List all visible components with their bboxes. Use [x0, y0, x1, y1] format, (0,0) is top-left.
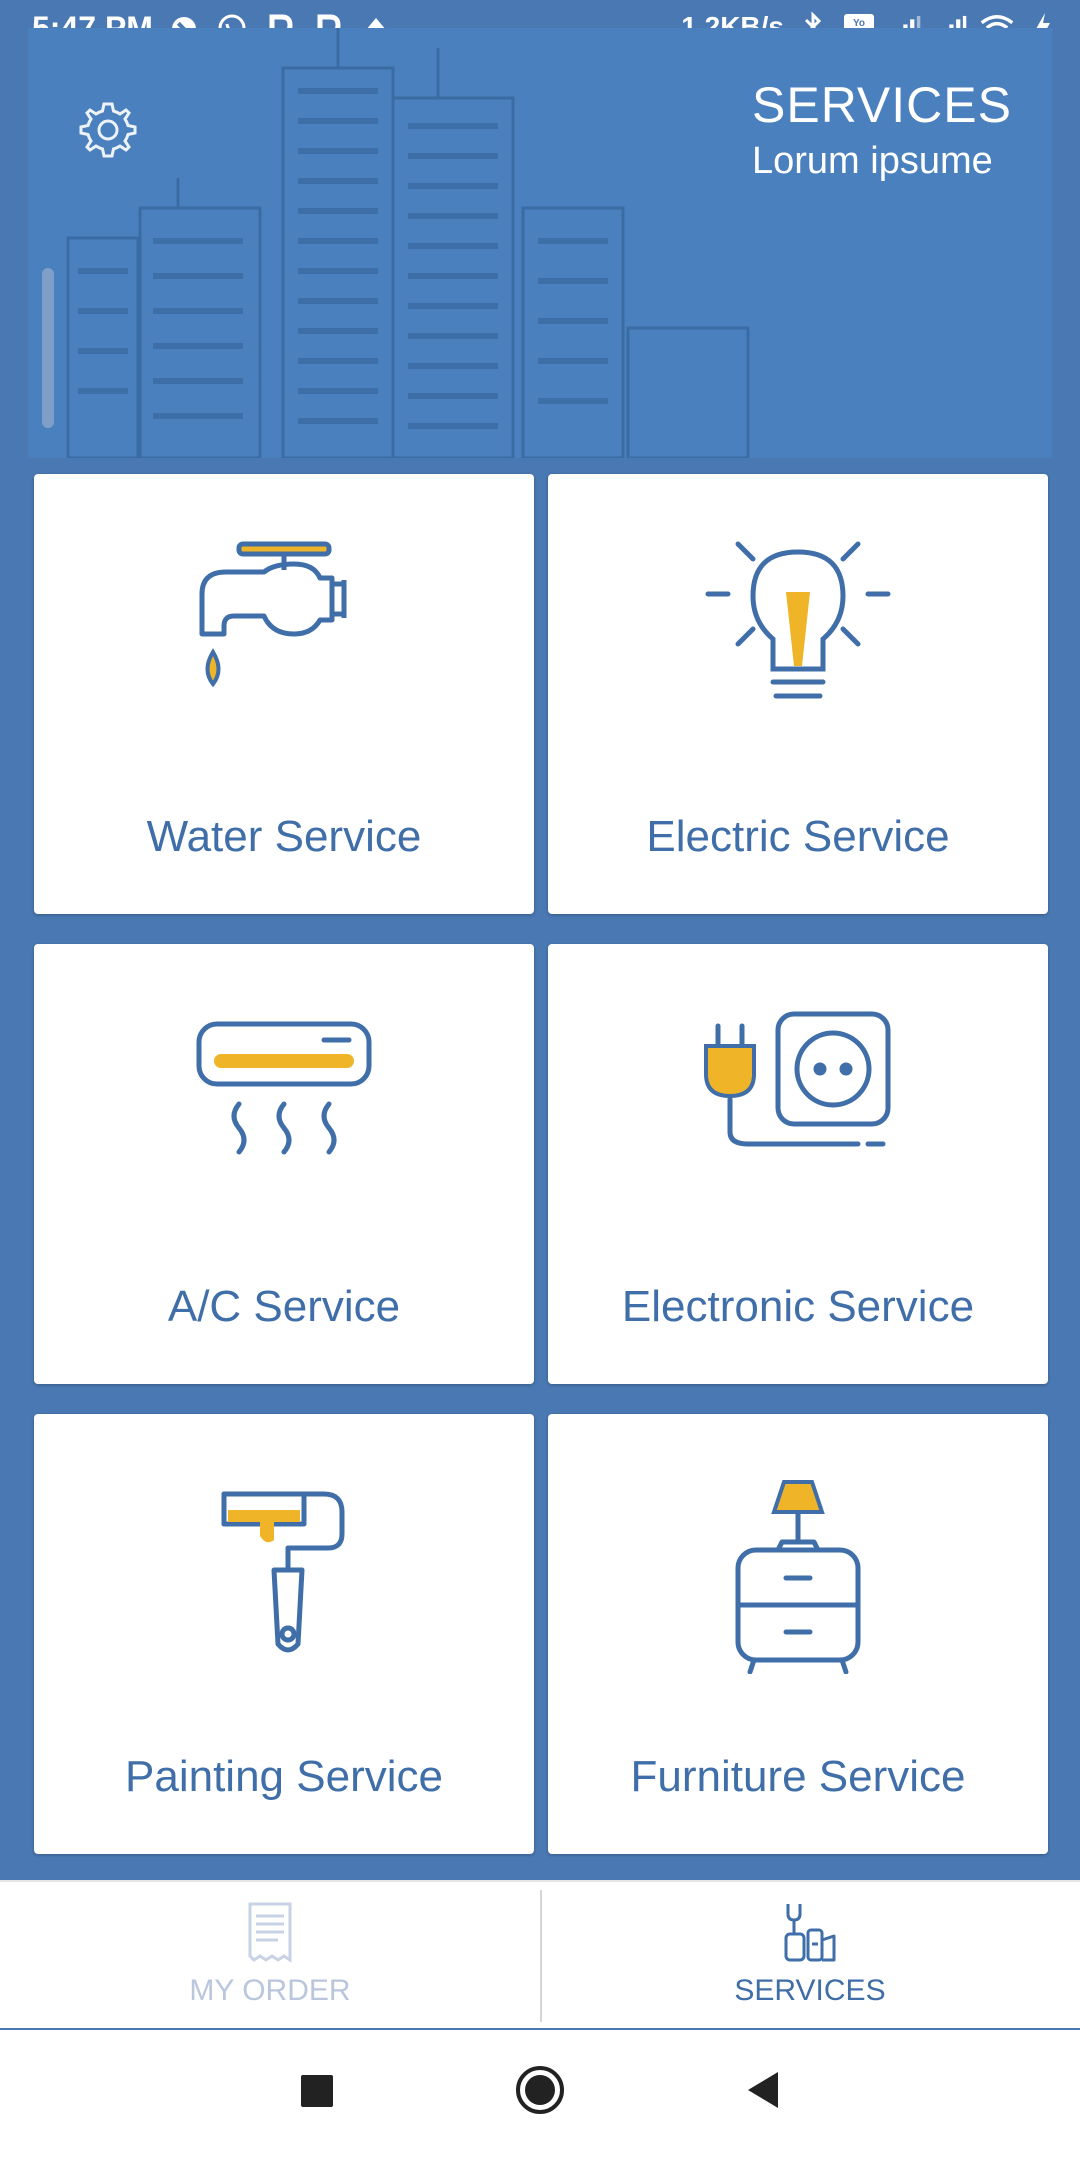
service-card-painting[interactable]: Painting Service [34, 1414, 534, 1854]
scroll-indicator[interactable] [42, 268, 54, 428]
home-button[interactable] [510, 2060, 570, 2120]
service-card-water[interactable]: Water Service [34, 474, 534, 914]
service-card-electric[interactable]: Electric Service [548, 474, 1048, 914]
page-subtitle: Lorum ipsume [752, 140, 993, 182]
recent-apps-button[interactable] [286, 2060, 346, 2120]
bottom-navigation: MY ORDER SERVICES [0, 1880, 1080, 2028]
tab-my-order[interactable]: MY ORDER [0, 1882, 540, 2030]
receipt-icon [248, 1902, 292, 1963]
header-banner: SERVICES Lorum ipsume [28, 28, 1052, 458]
page-title: SERVICES [752, 77, 1012, 133]
service-label: Electronic Service [621, 1282, 975, 1331]
tab-services[interactable]: SERVICES [540, 1882, 1080, 2030]
service-card-furniture[interactable]: Furniture Service [548, 1414, 1048, 1854]
service-label: Water Service [146, 812, 422, 861]
service-card-ac[interactable]: A/C Service [34, 944, 534, 1384]
tools-icon [784, 1904, 836, 1962]
back-button[interactable] [734, 2060, 794, 2120]
plug-socket-icon [704, 1011, 891, 1147]
light-bulb-icon [705, 541, 891, 699]
air-conditioner-icon [196, 1021, 372, 1155]
settings-gear-icon[interactable] [76, 98, 140, 162]
water-tap-icon [199, 541, 347, 688]
service-label: Furniture Service [630, 1752, 966, 1801]
tab-label: MY ORDER [189, 1974, 351, 2007]
furniture-lamp-icon [735, 1480, 861, 1674]
service-label: A/C Service [167, 1282, 401, 1331]
service-label: Painting Service [125, 1752, 443, 1801]
service-label: Electric Service [646, 812, 950, 861]
service-card-electronic[interactable]: Electronic Service [548, 944, 1048, 1384]
system-navigation-bar [0, 2030, 1080, 2160]
tab-label: SERVICES [734, 1974, 886, 2007]
paint-roller-icon [221, 1491, 345, 1653]
